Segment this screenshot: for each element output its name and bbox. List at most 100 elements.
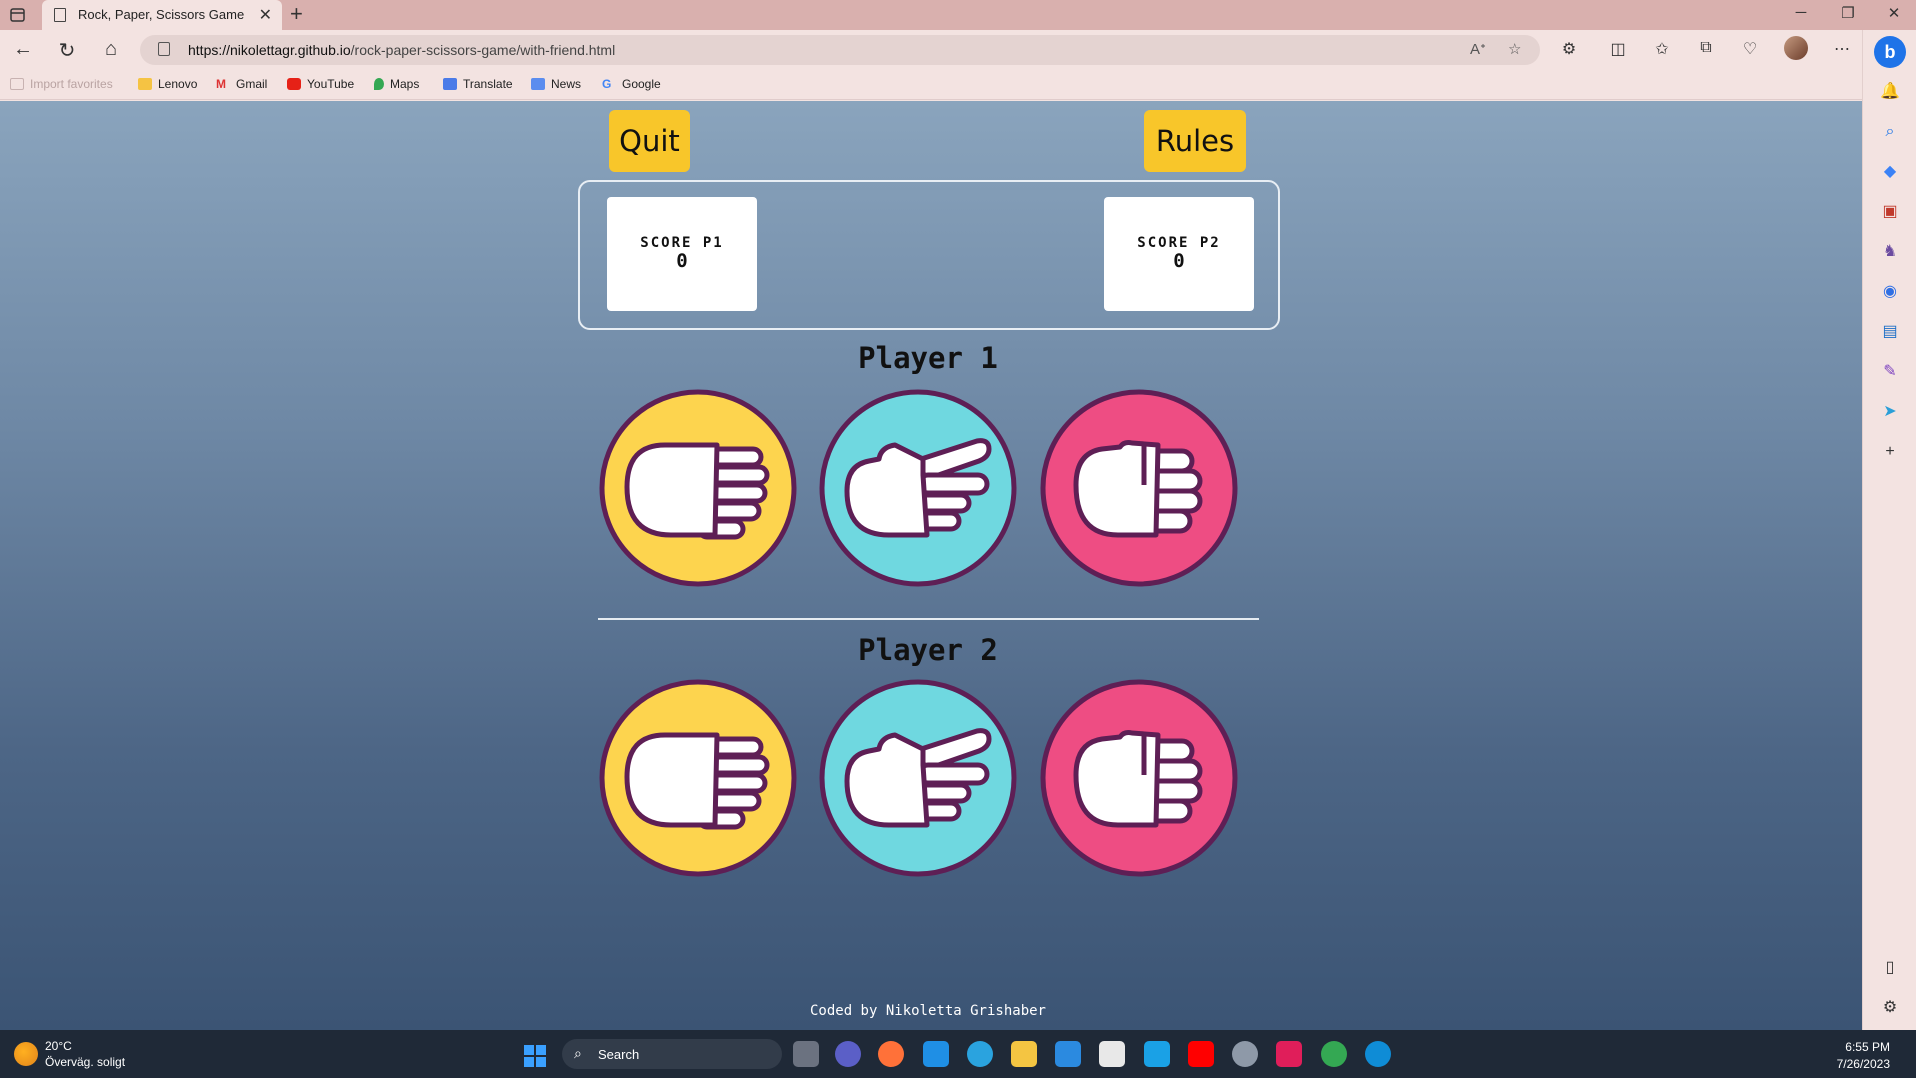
minimize-button[interactable]: ─ [1781,4,1821,21]
extensions-icon[interactable]: ⚙ [1557,39,1581,59]
p1-rock-button[interactable] [1040,389,1238,587]
gmail-icon: M [216,77,226,91]
score-p2-label: SCORE P2 [1137,235,1221,251]
bookmark-translate[interactable]: Translate [443,77,513,91]
new-tab-button[interactable]: + [290,1,303,27]
teams-chat-icon[interactable] [835,1041,861,1067]
page-icon [54,8,66,22]
p1-paper-button[interactable] [599,389,797,587]
favorites-icon[interactable]: ✩ [1650,39,1674,59]
player2-title: Player 2 [858,633,998,667]
games-icon[interactable]: ♞ [1880,242,1900,262]
address-bar[interactable]: https://nikolettagr.github.io/rock-paper… [140,35,1540,65]
edge-sidebar: b 🔔 ⌕ ◆ ▣ ♞ ◉ ▤ ✎ ➤ + ▯ ⚙ [1862,30,1916,1030]
bookmark-gmail[interactable]: M Gmail [216,77,267,91]
youtube-icon [287,78,301,90]
active-tab[interactable]: Rock, Paper, Scissors Game ✕ [42,0,282,30]
rock-hand-icon [1040,679,1238,877]
weather-icon[interactable] [14,1042,38,1066]
player1-title: Player 1 [858,341,998,375]
profile-avatar[interactable] [1784,36,1808,60]
microsoft-365-icon[interactable]: ◉ [1880,282,1900,302]
bookmark-maps[interactable]: Maps [374,77,419,91]
notifications-icon[interactable]: 🔔 [1880,82,1900,102]
lenovo-l-icon[interactable] [1144,1041,1170,1067]
tools-icon[interactable]: ▣ [1880,202,1900,222]
settings-icon[interactable]: ⚙ [1880,998,1900,1018]
add-icon[interactable]: + [1880,442,1900,462]
tab-title: Rock, Paper, Scissors Game [78,7,245,22]
taskbar-search[interactable]: ⌕ Search [562,1039,782,1069]
restore-button[interactable]: ❐ [1828,4,1868,22]
browser-toolbar: ← ↻ ⌂ https://nikolettagr.github.io/rock… [0,30,1916,70]
bookmark-lenovo[interactable]: Lenovo [138,77,197,91]
slack-icon[interactable] [1276,1041,1302,1067]
score-p1-label: SCORE P1 [640,235,724,251]
bing-copilot-icon[interactable]: b [1874,36,1906,68]
tab-actions-icon[interactable] [8,5,28,25]
shopping-tag-icon[interactable]: ◆ [1880,162,1900,182]
game-page: Quit Rules SCORE P1 0 SCORE P2 0 Player … [0,101,1862,1030]
bookmark-youtube[interactable]: YouTube [287,77,354,91]
lock-icon [158,42,170,56]
firefox-icon[interactable] [878,1041,904,1067]
score-panel: SCORE P1 0 SCORE P2 0 [578,180,1280,330]
quit-button[interactable]: Quit [609,110,690,172]
weather-desc: Överväg. soligt [45,1055,126,1069]
url-text: https://nikolettagr.github.io/rock-paper… [188,42,616,58]
import-icon [10,78,24,90]
split-screen-icon[interactable]: ◫ [1606,39,1630,59]
mail-icon[interactable] [923,1041,949,1067]
rules-button[interactable]: Rules [1144,110,1246,172]
score-box-p1: SCORE P1 0 [607,197,757,311]
tab-bar: Rock, Paper, Scissors Game ✕ + ─ ❐ ✕ [0,0,1916,30]
p1-scissors-button[interactable] [819,389,1017,587]
refresh-icon[interactable]: ↻ [54,38,80,63]
bookmark-news[interactable]: News [531,77,581,91]
player-divider [598,618,1259,620]
score-box-p2: SCORE P2 0 [1104,197,1254,311]
edge-icon[interactable] [1365,1041,1391,1067]
read-aloud-icon[interactable]: Aᐩ [1470,40,1486,58]
p2-paper-button[interactable] [599,679,797,877]
task-view-icon[interactable] [793,1041,819,1067]
outlook-icon[interactable]: ▤ [1880,322,1900,342]
home-icon[interactable]: ⌂ [98,38,124,61]
file-explorer-icon[interactable] [1011,1041,1037,1067]
p2-scissors-button[interactable] [819,679,1017,877]
clock-date[interactable]: 7/26/2023 [1820,1057,1890,1071]
performance-icon[interactable]: ♡ [1738,39,1762,59]
drop-icon[interactable]: ➤ [1880,402,1900,422]
designer-icon[interactable]: ✎ [1880,362,1900,382]
back-icon[interactable]: ← [10,38,36,61]
vscode-icon[interactable] [1055,1041,1081,1067]
clock-time[interactable]: 6:55 PM [1820,1040,1890,1054]
score-p1-value: 0 [676,250,688,272]
scissors-hand-icon [819,679,1017,877]
favorite-star-icon[interactable]: ☆ [1508,40,1521,58]
search-icon[interactable]: ⌕ [1880,122,1900,142]
footer-credit: Coded by Nikoletta Grishaber [809,1003,1046,1019]
close-tab-icon[interactable]: ✕ [259,5,272,25]
google-icon: G [602,77,612,91]
p2-rock-button[interactable] [1040,679,1238,877]
bookmark-google[interactable]: G Google [602,77,661,91]
bookmarks-bar: Import favorites Lenovo M Gmail YouTube M… [0,70,1862,100]
telegram-icon[interactable] [967,1041,993,1067]
more-options-icon[interactable]: ⋯ [1830,39,1854,59]
rock-hand-icon [1040,389,1238,587]
collections-icon[interactable]: ⧉ [1694,39,1718,57]
chrome-icon[interactable] [1321,1041,1347,1067]
maps-pin-icon [374,78,384,90]
search-icon: ⌕ [574,1045,582,1061]
store-icon[interactable] [1099,1041,1125,1067]
sidebar-toggle-icon[interactable]: ▯ [1880,958,1900,978]
bookmark-import-favorites[interactable]: Import favorites [10,77,113,91]
news-icon [531,78,545,90]
settings-app-icon[interactable] [1232,1041,1258,1067]
paper-hand-icon [599,679,797,877]
youtube-app-icon[interactable] [1188,1041,1214,1067]
search-label: Search [598,1047,640,1062]
start-icon[interactable] [524,1045,546,1067]
close-window-button[interactable]: ✕ [1874,4,1914,22]
